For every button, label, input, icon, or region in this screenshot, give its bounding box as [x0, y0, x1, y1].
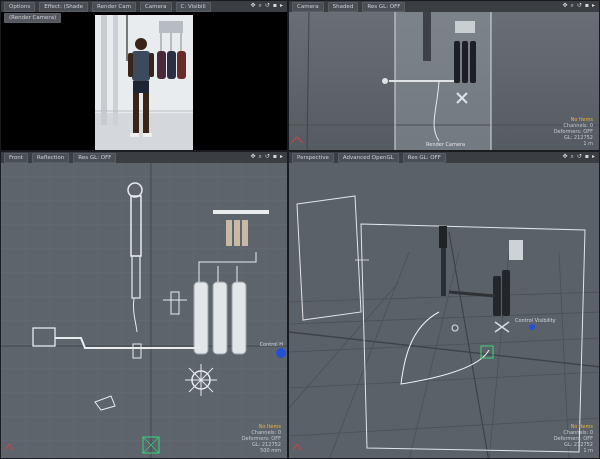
pan-icon[interactable]: ✥	[250, 153, 255, 161]
perspective-scene	[289, 195, 599, 458]
control-visibility-label: Control Visibility	[515, 318, 556, 324]
control-label: Control H	[259, 342, 283, 348]
tab-options[interactable]: Options	[4, 1, 36, 12]
viewport-tools: ✥ ⌕ ↺ ▪ ▸	[562, 153, 595, 161]
menu-arrow-icon[interactable]: ▸	[592, 2, 595, 10]
rotate-icon[interactable]: ↺	[265, 2, 270, 10]
tab-res-gl[interactable]: Res GL: OFF	[402, 152, 446, 163]
tab-camera[interactable]: Camera	[139, 1, 172, 12]
scale-text: 500 mm	[260, 448, 281, 454]
pan-icon[interactable]: ✥	[562, 2, 567, 10]
menu-arrow-icon[interactable]: ▸	[592, 153, 595, 161]
viewport-header: Front Reflection Res GL: OFF	[1, 152, 287, 163]
viewport-header: Perspective Advanced OpenGL Res GL: OFF	[289, 152, 599, 163]
scale-text: 1 m	[583, 141, 593, 147]
render-camera-selector[interactable]: (Render Camera)	[4, 13, 62, 23]
viewport-info: No Items Channels: 0 Deformers: OFF GL: …	[554, 117, 593, 147]
tab-render-cam[interactable]: Render Cam	[92, 1, 136, 12]
viewport-camera-view[interactable]: Camera Shaded Res GL: OFF ✥ ⌕ ↺ ▪ ▸ Rend…	[288, 0, 600, 151]
rotate-icon[interactable]: ↺	[577, 153, 582, 161]
front-grid	[1, 163, 287, 458]
tab-front[interactable]: Front	[4, 152, 28, 163]
pan-icon[interactable]: ✥	[250, 2, 255, 10]
viewport-tools: ✥ ⌕ ↺ ▪ ▸	[250, 153, 283, 161]
tab-visibility[interactable]: C: Visibili	[175, 1, 211, 12]
tab-shaded[interactable]: Shaded	[327, 1, 359, 12]
maximize-icon[interactable]: ▪	[273, 2, 277, 10]
render-camera-label: Render Camera	[426, 142, 466, 148]
viewport-perspective[interactable]: Perspective Advanced OpenGL Res GL: OFF …	[288, 151, 600, 459]
viewport-header: Options Effect: (Shade Render Cam Camera…	[1, 1, 287, 12]
rotate-icon[interactable]: ↺	[577, 2, 582, 10]
scale-text: 1 m	[583, 448, 593, 454]
maximize-icon[interactable]: ▪	[585, 2, 589, 10]
tab-reflection[interactable]: Reflection	[31, 152, 70, 163]
tab-effect[interactable]: Effect: (Shade	[39, 1, 89, 12]
zoom-icon[interactable]: ⌕	[259, 153, 262, 161]
viewport-header: Camera Shaded Res GL: OFF	[289, 1, 599, 12]
zoom-icon[interactable]: ⌕	[259, 2, 262, 10]
viewport-tools: ✥ ⌕ ↺ ▪ ▸	[250, 2, 283, 10]
tab-advanced-opengl[interactable]: Advanced OpenGL	[337, 152, 399, 163]
menu-arrow-icon[interactable]: ▸	[280, 2, 283, 10]
tab-res-gl[interactable]: Res GL: OFF	[73, 152, 117, 163]
viewport-subheader: (Render Camera)	[4, 13, 62, 23]
viewport-info: No Items Channels: 0 Deformers: OFF GL: …	[554, 424, 593, 454]
tab-camera[interactable]: Camera	[292, 1, 324, 12]
tab-perspective[interactable]: Perspective	[292, 152, 334, 163]
viewport-front[interactable]: Front Reflection Res GL: OFF ✥ ⌕ ↺ ▪ ▸ C…	[0, 151, 288, 459]
viewport-tools: ✥ ⌕ ↺ ▪ ▸	[562, 2, 595, 10]
menu-arrow-icon[interactable]: ▸	[280, 153, 283, 161]
maximize-icon[interactable]: ▪	[585, 153, 589, 161]
zoom-icon[interactable]: ⌕	[571, 2, 574, 10]
viewport-camera-render[interactable]: Options Effect: (Shade Render Cam Camera…	[0, 0, 288, 151]
zoom-icon[interactable]: ⌕	[571, 153, 574, 161]
maximize-icon[interactable]: ▪	[273, 153, 277, 161]
render-image	[95, 15, 193, 150]
rotate-icon[interactable]: ↺	[265, 153, 270, 161]
pan-icon[interactable]: ✥	[562, 153, 567, 161]
viewport-info: No Items Channels: 0 Deformers: OFF GL: …	[242, 424, 281, 454]
tab-res-gl[interactable]: Res GL: OFF	[362, 1, 406, 12]
